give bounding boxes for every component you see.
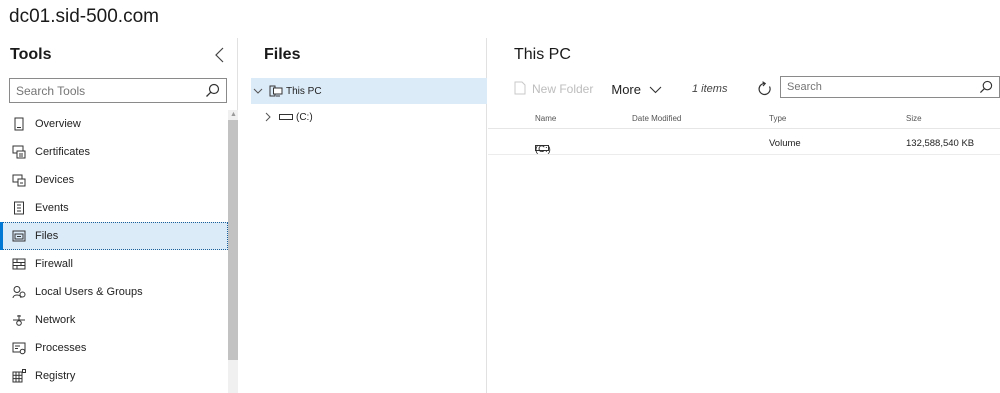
tool-item-label: Network — [35, 314, 76, 326]
collapse-tools-button[interactable] — [213, 46, 227, 64]
tool-item-processes[interactable]: Processes — [0, 334, 228, 362]
chevron-down-icon[interactable] — [251, 87, 265, 95]
certificates-icon — [12, 145, 26, 159]
files-header: Files — [264, 46, 301, 63]
search-tools-field[interactable] — [9, 78, 227, 103]
tool-item-certificates[interactable]: Certificates — [0, 138, 228, 166]
cell-type: Volume — [769, 138, 801, 149]
tree-item-this-pc[interactable]: This PC — [251, 78, 487, 104]
tool-item-label: Files — [35, 230, 59, 242]
tools-pane: Tools Overview Certificates Devices Even… — [0, 38, 238, 393]
tool-item-devices[interactable]: Devices — [0, 166, 228, 194]
cell-name-label: (C:) — [535, 144, 551, 155]
tool-item-overview[interactable]: Overview — [0, 110, 228, 138]
tool-item-local-users-groups[interactable]: Local Users & Groups — [0, 278, 228, 306]
table-row[interactable]: (C:) Volume 132,588,540 KB — [488, 130, 1000, 155]
search-icon[interactable] — [205, 83, 220, 103]
column-header-size[interactable]: Size — [906, 114, 922, 123]
devices-icon — [12, 173, 26, 187]
more-menu-button[interactable]: More — [611, 82, 662, 97]
tool-item-label: Events — [35, 202, 69, 214]
drive-icon — [279, 113, 293, 121]
scrollbar-thumb[interactable] — [228, 120, 238, 360]
column-header-type[interactable]: Type — [769, 114, 786, 123]
tools-header: Tools — [10, 46, 52, 63]
tools-list: Overview Certificates Devices Events Fil… — [0, 110, 228, 390]
tool-item-network[interactable]: Network — [0, 306, 228, 334]
tool-item-registry[interactable]: Registry — [0, 362, 228, 390]
tool-item-label: Devices — [35, 174, 75, 186]
new-folder-button[interactable]: New Folder — [514, 81, 593, 98]
tool-item-label: Overview — [35, 118, 81, 130]
scroll-up-arrow-icon[interactable]: ▲ — [230, 111, 237, 118]
tools-scrollbar[interactable]: ▲ — [228, 110, 238, 393]
tool-item-label: Processes — [35, 342, 87, 354]
users-icon — [12, 285, 26, 299]
processes-icon — [12, 341, 26, 355]
new-folder-icon — [514, 81, 526, 98]
more-label: More — [611, 81, 641, 97]
events-icon — [12, 201, 26, 215]
tool-item-events[interactable]: Events — [0, 194, 228, 222]
chevron-down-icon — [649, 82, 662, 97]
new-folder-label: New Folder — [532, 82, 594, 96]
tree-item-label: This PC — [286, 85, 322, 97]
cell-size: 132,588,540 KB — [906, 138, 975, 149]
tool-item-label: Registry — [35, 370, 76, 382]
network-icon — [12, 313, 26, 327]
tool-item-label: Firewall — [35, 258, 73, 270]
files-icon — [12, 229, 26, 243]
chevron-right-icon[interactable] — [261, 112, 275, 122]
firewall-icon — [12, 257, 26, 271]
search-field[interactable] — [780, 76, 1000, 98]
server-title: dc01.sid-500.com — [9, 6, 159, 27]
tool-item-label: Certificates — [35, 146, 91, 158]
tool-item-files[interactable]: Files — [0, 222, 228, 250]
search-tools-input[interactable] — [10, 79, 190, 102]
refresh-icon[interactable] — [757, 81, 773, 97]
computer-icon — [269, 85, 283, 97]
tree-item-c-drive[interactable]: (C:) — [251, 104, 487, 130]
this-pc-pane: This PC New Folder More 1 items Name Dat… — [488, 38, 1000, 393]
tree-item-label: (C:) — [296, 111, 313, 123]
files-pane: Files This PC (C:) — [239, 38, 487, 393]
overview-icon — [12, 117, 26, 131]
tool-item-firewall[interactable]: Firewall — [0, 250, 228, 278]
column-header-name[interactable]: Name — [535, 114, 556, 123]
search-input[interactable] — [781, 77, 971, 97]
column-header-date-modified[interactable]: Date Modified — [632, 114, 681, 123]
item-count: 1 items — [691, 83, 728, 95]
grid-header: Name Date Modified Type Size — [488, 110, 1000, 129]
registry-icon — [12, 369, 26, 383]
chevron-left-icon — [215, 47, 224, 63]
tool-item-label: Local Users & Groups — [35, 286, 143, 298]
this-pc-header: This PC — [514, 46, 571, 63]
toolbar: New Folder More 1 items — [514, 76, 1000, 102]
search-icon[interactable] — [979, 80, 993, 99]
